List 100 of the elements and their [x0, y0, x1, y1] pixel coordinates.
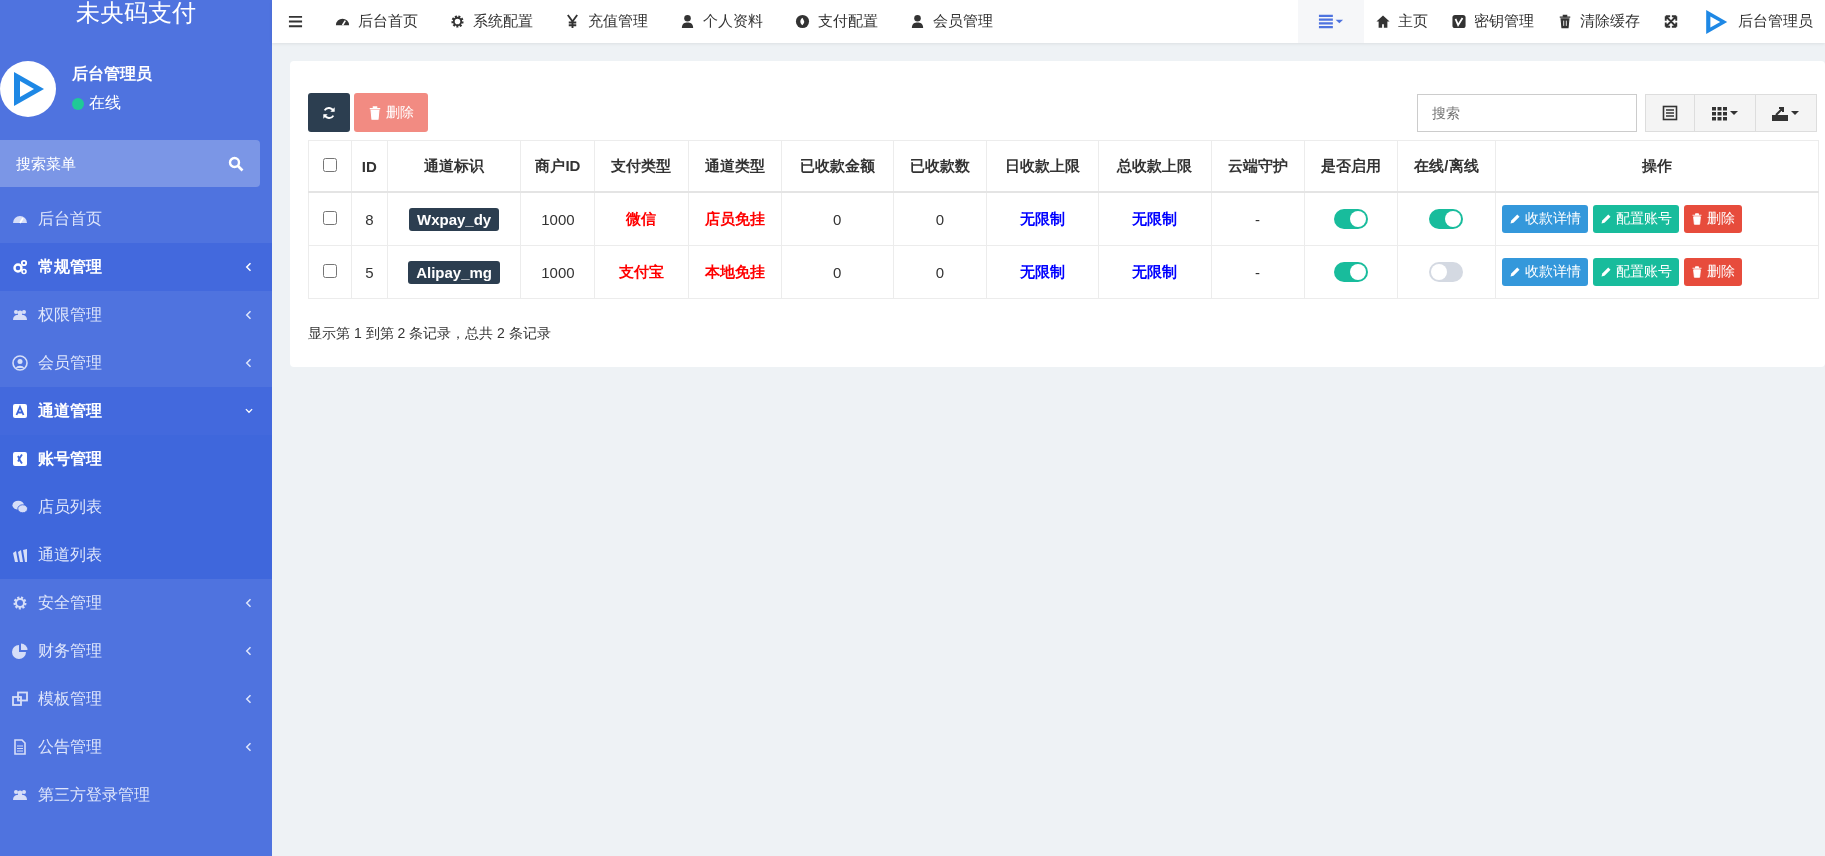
nav-tab[interactable]: 充值管理	[549, 0, 664, 43]
table-cell: -	[1211, 245, 1305, 299]
toggle-switch[interactable]	[1333, 208, 1368, 229]
column-header: 通道类型	[688, 140, 782, 192]
yen-icon	[565, 14, 580, 29]
row-checkbox[interactable]	[323, 210, 337, 225]
sidebar-item[interactable]: 会员管理	[0, 339, 272, 387]
details-button[interactable]: 收款详情	[1502, 205, 1589, 233]
gear-icon	[12, 595, 28, 611]
table-cell: 无限制	[986, 192, 1099, 246]
table-cell: 微信	[594, 192, 689, 246]
table-cell: 5	[351, 245, 388, 299]
avatar-logo	[0, 61, 56, 117]
square-logo-icon	[1452, 14, 1466, 29]
nav-tab[interactable]: 个人资料	[664, 0, 779, 43]
toggle-switch[interactable]	[1429, 208, 1464, 229]
configure-button[interactable]: 配置账号	[1593, 205, 1680, 233]
chevron-left-icon	[244, 357, 254, 369]
column-header: 已收款金额	[781, 140, 894, 192]
search-field[interactable]: 搜索	[1417, 93, 1637, 132]
nav-tab[interactable]: 支付配置	[779, 0, 894, 43]
table-cell: 无限制	[1098, 245, 1211, 299]
home-icon	[1376, 14, 1390, 29]
export-caret-icon	[1772, 104, 1800, 121]
column-header: 已收款数	[893, 140, 987, 192]
square-letter-icon	[12, 451, 28, 467]
table-cell: 本地免挂	[688, 245, 782, 299]
chat-bubbles-icon	[12, 499, 28, 515]
nav-tab[interactable]: 后台首页	[319, 0, 434, 43]
table-icon	[1662, 104, 1678, 121]
sidebar-item[interactable]: 公告管理	[0, 723, 272, 771]
list-caret-icon	[1318, 14, 1344, 29]
user-icon	[910, 14, 925, 29]
table-cell: 支付宝	[594, 245, 689, 299]
menu-search-field[interactable]: 搜索菜单	[0, 140, 260, 187]
details-button[interactable]: 收款详情	[1502, 258, 1589, 286]
square-letter-icon	[12, 403, 28, 419]
column-header: 云端守护	[1211, 140, 1305, 192]
sidebar-item[interactable]: 财务管理	[0, 627, 272, 675]
row-checkbox[interactable]	[323, 263, 337, 278]
sidebar-item[interactable]: 通道管理	[0, 387, 272, 435]
gear-icon	[450, 14, 465, 29]
nav-link[interactable]: 主页	[1364, 0, 1440, 43]
columns-button[interactable]	[1695, 93, 1756, 132]
column-header: ID	[351, 140, 388, 192]
column-header: 支付类型	[594, 140, 689, 192]
select-all-checkbox[interactable]	[323, 157, 337, 172]
chevron-left-icon	[244, 309, 254, 321]
bars-icon	[12, 547, 28, 563]
view-toggle-button[interactable]	[1645, 93, 1695, 132]
column-header: 商户ID	[520, 140, 595, 192]
column-header: 在线/离线	[1397, 140, 1496, 192]
nav-link[interactable]: 清除缓存	[1546, 0, 1652, 43]
sidebar-item[interactable]: 常规管理	[0, 243, 272, 291]
pencil-icon	[1600, 213, 1613, 225]
chevron-left-icon	[244, 261, 254, 273]
table-cell: -	[1211, 192, 1305, 246]
table-cell: 0	[893, 245, 987, 299]
document-icon	[12, 739, 28, 755]
table-cell: 0	[893, 192, 987, 246]
users-icon	[12, 307, 28, 323]
brand-title: 未央码支付	[75, 0, 197, 28]
pencil-icon	[1509, 213, 1522, 225]
channel-tag: Wxpay_dy	[408, 207, 500, 231]
nav-tab[interactable]: 系统配置	[434, 0, 549, 43]
trash-icon	[1691, 266, 1704, 278]
sidebar-item[interactable]: 第三方登录管理	[0, 771, 272, 819]
user-menu-button[interactable]: 后台管理员	[1690, 0, 1825, 43]
menu-dropdown-button[interactable]	[1298, 0, 1364, 43]
toggle-switch[interactable]	[1429, 261, 1464, 282]
sidebar-item[interactable]: 后台首页	[0, 195, 272, 243]
sidebar-item[interactable]: 安全管理	[0, 579, 272, 627]
chevron-left-icon	[244, 741, 254, 753]
grid-caret-icon	[1711, 104, 1739, 121]
menu-icon	[288, 14, 303, 29]
chevron-left-icon	[244, 645, 254, 657]
table-cell: 店员免挂	[688, 192, 782, 246]
sidebar-item[interactable]: 权限管理	[0, 291, 272, 339]
table-cell: 无限制	[1098, 192, 1211, 246]
nav-link[interactable]: 密钥管理	[1440, 0, 1546, 43]
column-header: 日收款上限	[986, 140, 1099, 192]
delete-row-button[interactable]: 删除	[1684, 205, 1743, 233]
table-cell: 8	[351, 192, 388, 246]
refresh-button[interactable]	[308, 93, 350, 132]
sidebar-item[interactable]: 通道列表	[0, 531, 272, 579]
search-icon	[228, 156, 244, 172]
gears-icon	[12, 259, 28, 275]
pencil-icon	[1600, 266, 1613, 278]
sidebar-item[interactable]: 账号管理	[0, 435, 272, 483]
column-header: 总收款上限	[1098, 140, 1211, 192]
configure-button[interactable]: 配置账号	[1593, 258, 1680, 286]
trash-icon	[368, 105, 382, 120]
toggle-switch[interactable]	[1333, 261, 1368, 282]
delete-row-button[interactable]: 删除	[1684, 258, 1743, 286]
chevron-left-icon	[244, 597, 254, 609]
sidebar-item[interactable]: 店员列表	[0, 483, 272, 531]
windows-icon	[12, 691, 28, 707]
sidebar-item[interactable]: 模板管理	[0, 675, 272, 723]
nav-tab[interactable]: 会员管理	[894, 0, 1009, 43]
export-button[interactable]	[1756, 93, 1817, 132]
